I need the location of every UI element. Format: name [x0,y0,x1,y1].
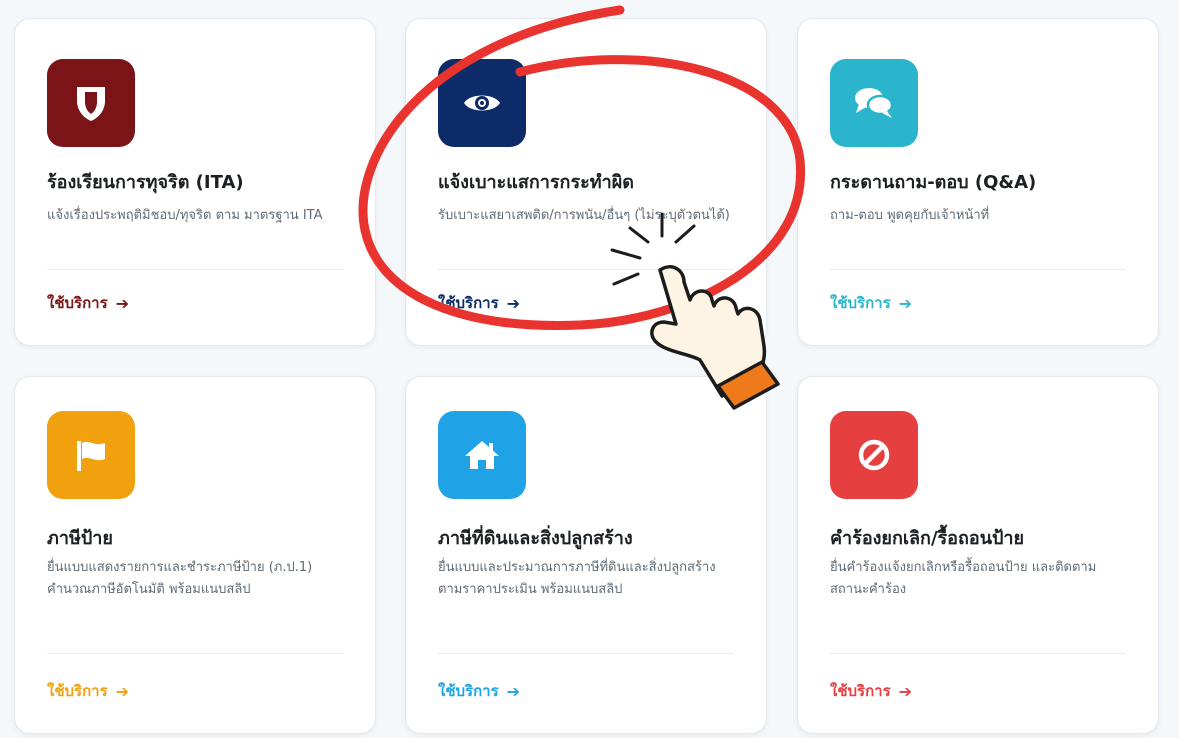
divider [47,653,343,654]
eye-icon-tile [438,59,526,147]
divider [438,653,734,654]
use-service-link[interactable]: ใช้บริการ ➔ [47,679,129,703]
chat-bubbles-icon-tile [830,59,918,147]
eye-icon [464,95,500,111]
card-description: ยื่นแบบและประมาณการภาษีที่ดินและสิ่งปลูก… [438,560,716,597]
arrow-right-icon: ➔ [898,293,913,313]
divider [830,269,1126,270]
card-signtax[interactable]: ภาษีป้าย ยื่นแบบแสดงรายการและชำระภาษีป้า… [14,376,376,734]
card-qa[interactable]: กระดานถาม-ตอบ (Q&A) ถาม-ตอบ พูดคุยกับเจ้… [797,18,1159,346]
use-service-link[interactable]: ใช้บริการ ➔ [830,291,912,315]
use-service-link[interactable]: ใช้บริการ ➔ [47,291,129,315]
card-title: ภาษีป้าย [47,528,113,549]
arrow-right-icon: ➔ [506,293,521,313]
card-description: ยื่นแบบแสดงรายการและชำระภาษีป้าย (ภ.ป.1)… [47,560,313,597]
card-title: กระดานถาม-ตอบ (Q&A) [830,172,1037,193]
card-description: ถาม-ตอบ พูดคุยกับเจ้าหน้าที่ [830,208,990,223]
card-description: แจ้งเรื่องประพฤติมิชอบ/ทุจริต ตาม มาตรฐา… [47,208,323,223]
ban-icon-tile [830,411,918,499]
use-service-label: ใช้บริการ [830,294,891,312]
shield-icon-tile [47,59,135,147]
card-landtax[interactable]: ภาษีที่ดินและสิ่งปลูกสร้าง ยื่นแบบและประ… [405,376,767,734]
arrow-right-icon: ➔ [898,681,913,701]
card-title: แจ้งเบาะแสการกระทำผิด [438,172,634,193]
home-icon [465,441,499,469]
card-title: คำร้องยกเลิก/รื้อถอนป้าย [830,528,1025,549]
use-service-link[interactable]: ใช้บริการ ➔ [438,679,520,703]
arrow-right-icon: ➔ [506,681,521,701]
flag-icon [77,441,105,471]
shield-icon [77,87,105,121]
use-service-label: ใช้บริการ [47,682,108,700]
card-title: ร้องเรียนการทุจริต (ITA) [47,172,244,193]
use-service-label: ใช้บริการ [47,294,108,312]
arrow-right-icon: ➔ [115,293,130,313]
divider [438,269,734,270]
arrow-right-icon: ➔ [115,681,130,701]
divider [47,269,343,270]
card-title: ภาษีที่ดินและสิ่งปลูกสร้าง [438,528,633,549]
card-ita[interactable]: ร้องเรียนการทุจริต (ITA) แจ้งเรื่องประพฤ… [14,18,376,346]
use-service-link[interactable]: ใช้บริการ ➔ [830,679,912,703]
card-description: ยื่นคำร้องแจ้งยกเลิกหรือรื้อถอนป้าย และต… [830,560,1097,597]
ban-icon [858,439,890,471]
card-cancel[interactable]: คำร้องยกเลิก/รื้อถอนป้าย ยื่นคำร้องแจ้งย… [797,376,1159,734]
use-service-link[interactable]: ใช้บริการ ➔ [438,291,520,315]
card-description: รับเบาะแสยาเสพติด/การพนัน/อื่นๆ (ไม่ระบุ… [438,208,730,223]
use-service-label: ใช้บริการ [438,294,499,312]
chat-bubbles-icon [855,88,894,118]
use-service-label: ใช้บริการ [830,682,891,700]
divider [830,653,1126,654]
flag-icon-tile [47,411,135,499]
home-icon-tile [438,411,526,499]
card-report[interactable]: แจ้งเบาะแสการกระทำผิด รับเบาะแสยาเสพติด/… [405,18,767,346]
use-service-label: ใช้บริการ [438,682,499,700]
